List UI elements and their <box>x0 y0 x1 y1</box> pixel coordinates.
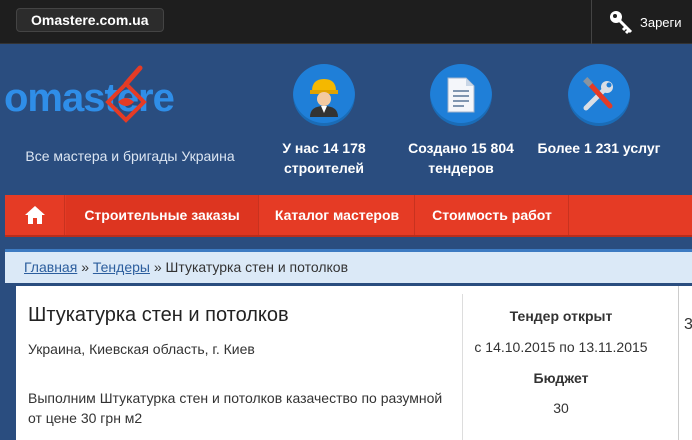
side-panel-number: 3 <box>684 316 692 333</box>
breadcrumb-bar: Главная » Тендеры » Штукатурка стен и по… <box>5 249 692 283</box>
key-icon <box>610 11 633 35</box>
tender-dates: с 14.10.2015 по 13.11.2015 <box>474 339 648 355</box>
site-logo[interactable]: omastere <box>4 62 240 126</box>
register-label: Зареги <box>640 14 682 30</box>
card-divider <box>462 294 463 440</box>
tender-location: Украина, Киевская область, г. Киев <box>28 341 255 357</box>
stat-tenders-text: Создано 15 804 тендеров <box>408 140 514 176</box>
stat-services: Более 1 231 услуг <box>529 64 669 158</box>
document-icon <box>430 64 492 126</box>
stat-services-text: Более 1 231 услуг <box>537 140 661 156</box>
budget-value: 30 <box>553 400 569 416</box>
stat-tenders: Создано 15 804 тендеров <box>391 64 531 178</box>
nav-item-construction-orders[interactable]: Строительные заказы <box>66 195 259 235</box>
budget-label: Бюджет <box>533 370 589 386</box>
right-side-panel: 3 <box>678 286 692 440</box>
register-link[interactable]: Зареги <box>608 8 682 36</box>
site-tagline: Все мастера и бригады Украина <box>25 148 235 164</box>
breadcrumb-home-link[interactable]: Главная <box>24 259 77 275</box>
main-nav: Строительные заказы Каталог мастеров Сто… <box>5 195 692 237</box>
tools-icon <box>568 64 630 126</box>
site-name-link[interactable]: Omastere.com.ua <box>16 8 164 32</box>
logo-trowel-icon <box>105 65 147 123</box>
tender-title: Штукатурка стен и потолков <box>28 304 289 326</box>
breadcrumb-separator: » <box>153 259 162 275</box>
nav-item-masters-catalog[interactable]: Каталог мастеров <box>260 195 415 235</box>
top-bar: Omastere.com.ua Зареги <box>0 0 692 44</box>
breadcrumb-separator: » <box>81 259 89 275</box>
tender-description: Выполним Штукатурка стен и потолков каза… <box>28 390 443 426</box>
breadcrumb: Главная » Тендеры » Штукатурка стен и по… <box>24 259 348 275</box>
breadcrumb-tenders-link[interactable]: Тендеры <box>93 259 150 275</box>
builder-icon <box>293 64 355 126</box>
nav-item-work-prices[interactable]: Стоимость работ <box>416 195 569 235</box>
top-divider <box>591 0 592 44</box>
stat-builders: У нас 14 178 строителей <box>254 64 394 178</box>
tender-open-label: Тендер открыт <box>509 308 613 324</box>
home-icon <box>24 206 45 224</box>
breadcrumb-current: Штукатурка стен и потолков <box>165 259 349 275</box>
nav-home[interactable] <box>5 195 65 235</box>
tender-card: Штукатурка стен и потолков Украина, Киев… <box>16 286 678 440</box>
stat-builders-text: У нас 14 178 строителей <box>282 140 366 176</box>
